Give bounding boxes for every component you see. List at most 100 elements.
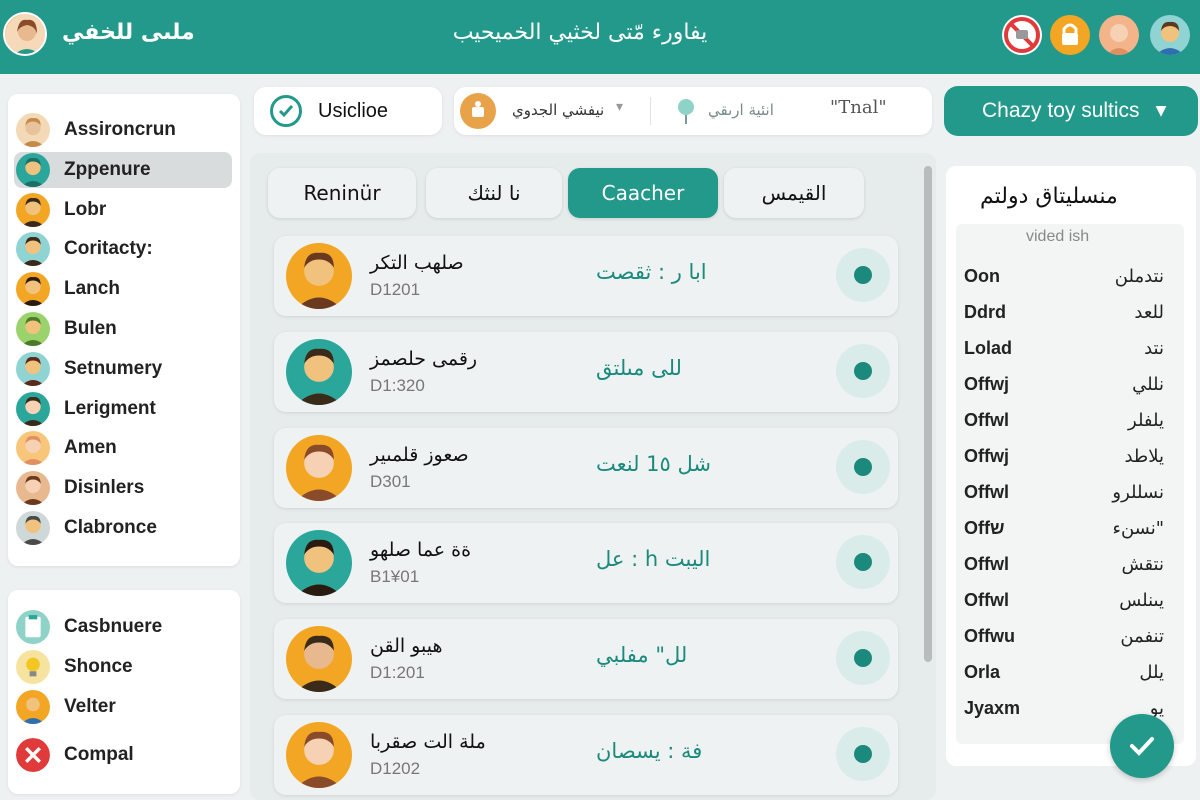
item-action-button[interactable]	[836, 631, 890, 686]
profile-icon[interactable]	[1099, 15, 1139, 55]
no-entry-icon[interactable]	[1002, 15, 1042, 55]
sidebar-item[interactable]: Lobr	[14, 192, 232, 228]
check-filter-label: Usiclioe	[318, 99, 389, 122]
filter-more[interactable]: "Tnal"	[830, 97, 887, 118]
detail-key: Dd‌r‌d	[964, 302, 1006, 322]
item-name: هيبو القن	[370, 635, 443, 658]
tab[interactable]: Reninür	[268, 168, 416, 218]
dot-icon	[854, 649, 872, 668]
detail-value: نتقش	[1121, 554, 1165, 575]
item-id: D1202	[370, 759, 421, 778]
dot-icon	[854, 553, 872, 572]
sidebar-item[interactable]: Clabronce	[14, 510, 232, 546]
item-action-button[interactable]	[836, 439, 890, 494]
sidebar-item-label: Bulen	[64, 318, 117, 339]
check-icon	[270, 95, 302, 127]
filter-bar: نيفشي الجدوي ▾ انئية ارىقي "Tnal"	[454, 87, 932, 135]
item-id: D1201	[370, 280, 421, 299]
detail-row: Offש نسنء"	[964, 514, 1164, 544]
filter-select[interactable]: نيفشي الجدوي	[512, 101, 604, 119]
sidebar-item[interactable]: Zppenure	[14, 151, 232, 188]
user-name: ملىى للخفي	[62, 20, 195, 45]
app-header: ملىى للخفي يفاورء مّتى لخثيي الخميحيب	[0, 0, 1200, 74]
sidebar-item[interactable]: Setnumery	[14, 351, 232, 387]
detail-value: يلاطد	[1124, 446, 1164, 467]
details-subtitle: vided ish	[1026, 228, 1090, 245]
detail-value: يىنلس	[1119, 590, 1164, 611]
avatar-icon	[16, 192, 50, 227]
list-item[interactable]: ةة عما صلهو B1¥01 عل : h اليبت	[274, 523, 898, 604]
sidebar-item-label: Assironcrun	[64, 119, 176, 140]
list-item[interactable]: ملة الت صقربا D1202 فة : يسصان	[274, 715, 898, 795]
scrollbar[interactable]	[924, 166, 932, 662]
dot-icon	[854, 745, 872, 763]
item-name: رقمى حلصمز	[370, 347, 478, 370]
avatar-icon	[16, 391, 50, 426]
sidebar-item[interactable]: Lanch	[14, 271, 232, 307]
detail-key: Offwl	[964, 590, 1009, 610]
sidebar-item-label: Casbnuere	[64, 616, 163, 637]
tab[interactable]: نا لنثك	[426, 168, 562, 218]
detail-key: Offwl	[964, 482, 1009, 502]
sidebar-item[interactable]: Assironcrun	[14, 112, 232, 148]
sidebar-item[interactable]: Amen	[14, 430, 232, 466]
sidebar-item[interactable]: Bulen	[14, 311, 232, 347]
item-action-button[interactable]	[836, 535, 890, 590]
sidebar-bottom-item[interactable]: Casbnuere	[14, 609, 232, 645]
lock-badge-icon[interactable]	[1050, 15, 1090, 55]
detail-value: نتدملن	[1114, 266, 1164, 287]
filter-option[interactable]: انئية ارىقي	[708, 101, 774, 119]
tab-bar: Reninür نا لنثك Caacher القيمس	[268, 168, 864, 218]
item-id: B1¥01	[370, 567, 420, 587]
user-avatar[interactable]	[3, 12, 47, 56]
sidebar-item[interactable]: Lerigment	[14, 391, 232, 427]
avatar	[286, 530, 352, 597]
sidebar-item[interactable]: Disinlers	[14, 470, 232, 506]
avatar-icon	[16, 113, 50, 147]
avatar-icon	[16, 511, 50, 545]
list-item[interactable]: صلهب التكر D1201 ابا ر : ثقصت	[274, 236, 898, 316]
item-status: عل : h اليبت	[596, 547, 711, 572]
sidebar-bottom-item[interactable]: Velter	[14, 689, 232, 725]
item-id: D301	[370, 471, 411, 491]
detail-key: Offwj	[964, 374, 1009, 394]
detail-key: Offwu	[964, 626, 1015, 646]
sidebar-item[interactable]: Coritacty:	[14, 231, 232, 267]
detail-value: يلفلر	[1128, 410, 1164, 431]
item-status: شل 1٥ لنعت	[596, 451, 711, 476]
detail-value: للعد	[1134, 302, 1164, 323]
list-item[interactable]: هيبو القن D1:201 لل" مفلبي	[274, 619, 898, 700]
tab[interactable]: القيمس	[724, 168, 864, 218]
pin-icon[interactable]	[674, 97, 698, 129]
check-filter-chip[interactable]: Usiclioe	[254, 87, 442, 135]
avatar-icon	[16, 471, 50, 506]
sidebar-bottom-item[interactable]: Compal	[14, 737, 232, 773]
confirm-button[interactable]	[1110, 714, 1174, 778]
dot-icon	[854, 457, 872, 476]
sidebar-item-label: Lobr	[64, 198, 107, 220]
detail-key: Orla	[964, 662, 1001, 682]
detail-row: Oo‌n نتدملن	[964, 262, 1164, 292]
sidebar-bottom-item[interactable]: Shonce	[14, 649, 232, 685]
list-item[interactable]: رقمى حلصمز D1:320 للى مىلتق	[274, 331, 898, 412]
avatar-icon[interactable]	[1150, 15, 1190, 55]
clipboard-icon	[16, 610, 50, 644]
detail-row: Lolad نتد	[964, 334, 1164, 364]
chevron-down-icon[interactable]: ▾	[616, 99, 623, 115]
item-status: للى مىلتق	[596, 355, 682, 380]
detail-value: نللي	[1132, 374, 1164, 395]
item-action-button[interactable]	[836, 343, 890, 398]
item-action-button[interactable]	[836, 727, 890, 781]
view-dropdown[interactable]: Chazy toy sultics ▼	[944, 86, 1198, 136]
close-icon	[16, 738, 50, 772]
list-item[interactable]: صعوز قلمىير D301 شل 1٥ لنعت	[274, 427, 898, 508]
avatar	[286, 243, 352, 309]
sidebar-item-label: Coritacty:	[64, 238, 153, 260]
sidebar-item-label: Lanch	[64, 278, 120, 300]
item-name: صعوز قلمىير	[370, 443, 469, 466]
tab[interactable]: Caacher	[568, 168, 718, 218]
item-action-button[interactable]	[836, 248, 890, 302]
sidebar-item-label: Amen	[64, 437, 117, 459]
detail-value: يلل	[1139, 662, 1164, 683]
item-name: ةة عما صلهو	[370, 539, 472, 562]
